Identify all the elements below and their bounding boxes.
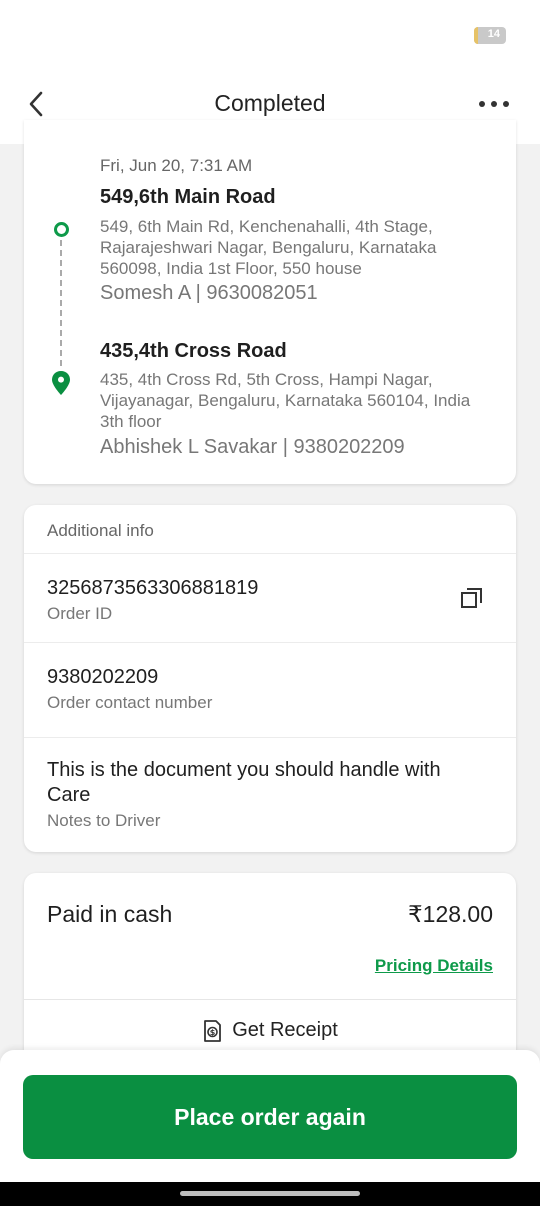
bottom-action-bar: Place order again [0,1050,540,1182]
battery-icon: 14 [474,27,506,44]
more-dot-icon [503,101,509,107]
dropoff-title: 435,4th Cross Road [100,340,287,362]
order-date: Fri, Jun 20, 7:31 AM [100,156,253,175]
payment-amount: ₹128.00 [408,901,493,927]
pickup-address: 549, 6th Main Rd, Kenchenahalli, 4th Sta… [100,217,437,278]
system-nav-bar [0,1182,540,1206]
order-id-label: Order ID [47,604,113,623]
home-indicator[interactable] [180,1191,360,1196]
route-line [60,240,62,366]
more-options-button[interactable] [474,92,514,116]
receipt-icon: $ [204,1019,222,1042]
divider [24,999,516,1000]
order-id-value: 3256873563306881819 [47,577,259,599]
contact-number-value: 9380202209 [47,666,159,688]
pricing-details-link[interactable]: Pricing Details [375,956,493,976]
notes-row: This is the document you should handle w… [24,738,516,831]
contact-row: 9380202209 Order contact number [24,643,516,738]
page-title: Completed [214,90,326,116]
status-bar: 14 [0,0,540,64]
order-id-row: 3256873563306881819 Order ID [24,554,516,643]
location-pin-icon [52,371,70,395]
payment-card: Paid in cash ₹128.00 Pricing Details $ G… [24,873,516,1073]
battery-level: 14 [487,28,500,40]
contact-number-label: Order contact number [47,693,213,712]
payment-method: Paid in cash [47,901,173,927]
notes-label: Notes to Driver [47,811,161,830]
more-dot-icon [491,101,497,107]
pickup-title: 549,6th Main Road [100,186,276,208]
pickup-contact: Somesh A | 9630082051 [100,282,318,304]
dropoff-contact: Abhishek L Savakar | 9380202209 [100,436,405,458]
place-order-again-button[interactable]: Place order again [23,1075,517,1159]
get-receipt-button[interactable]: $ Get Receipt [24,1019,516,1042]
dropoff-address: 435, 4th Cross Rd, 5th Cross, Hampi Naga… [100,370,471,431]
notes-value: This is the document you should handle w… [47,759,441,806]
get-receipt-label: Get Receipt [232,1019,338,1041]
route-card: Fri, Jun 20, 7:31 AM 549,6th Main Road 5… [24,120,516,484]
additional-info-card: Additional info 3256873563306881819 Orde… [24,505,516,852]
additional-info-header: Additional info [24,505,516,554]
more-dot-icon [479,101,485,107]
copy-icon[interactable] [460,586,484,610]
svg-text:$: $ [210,1028,216,1037]
pickup-marker-icon [54,222,69,237]
